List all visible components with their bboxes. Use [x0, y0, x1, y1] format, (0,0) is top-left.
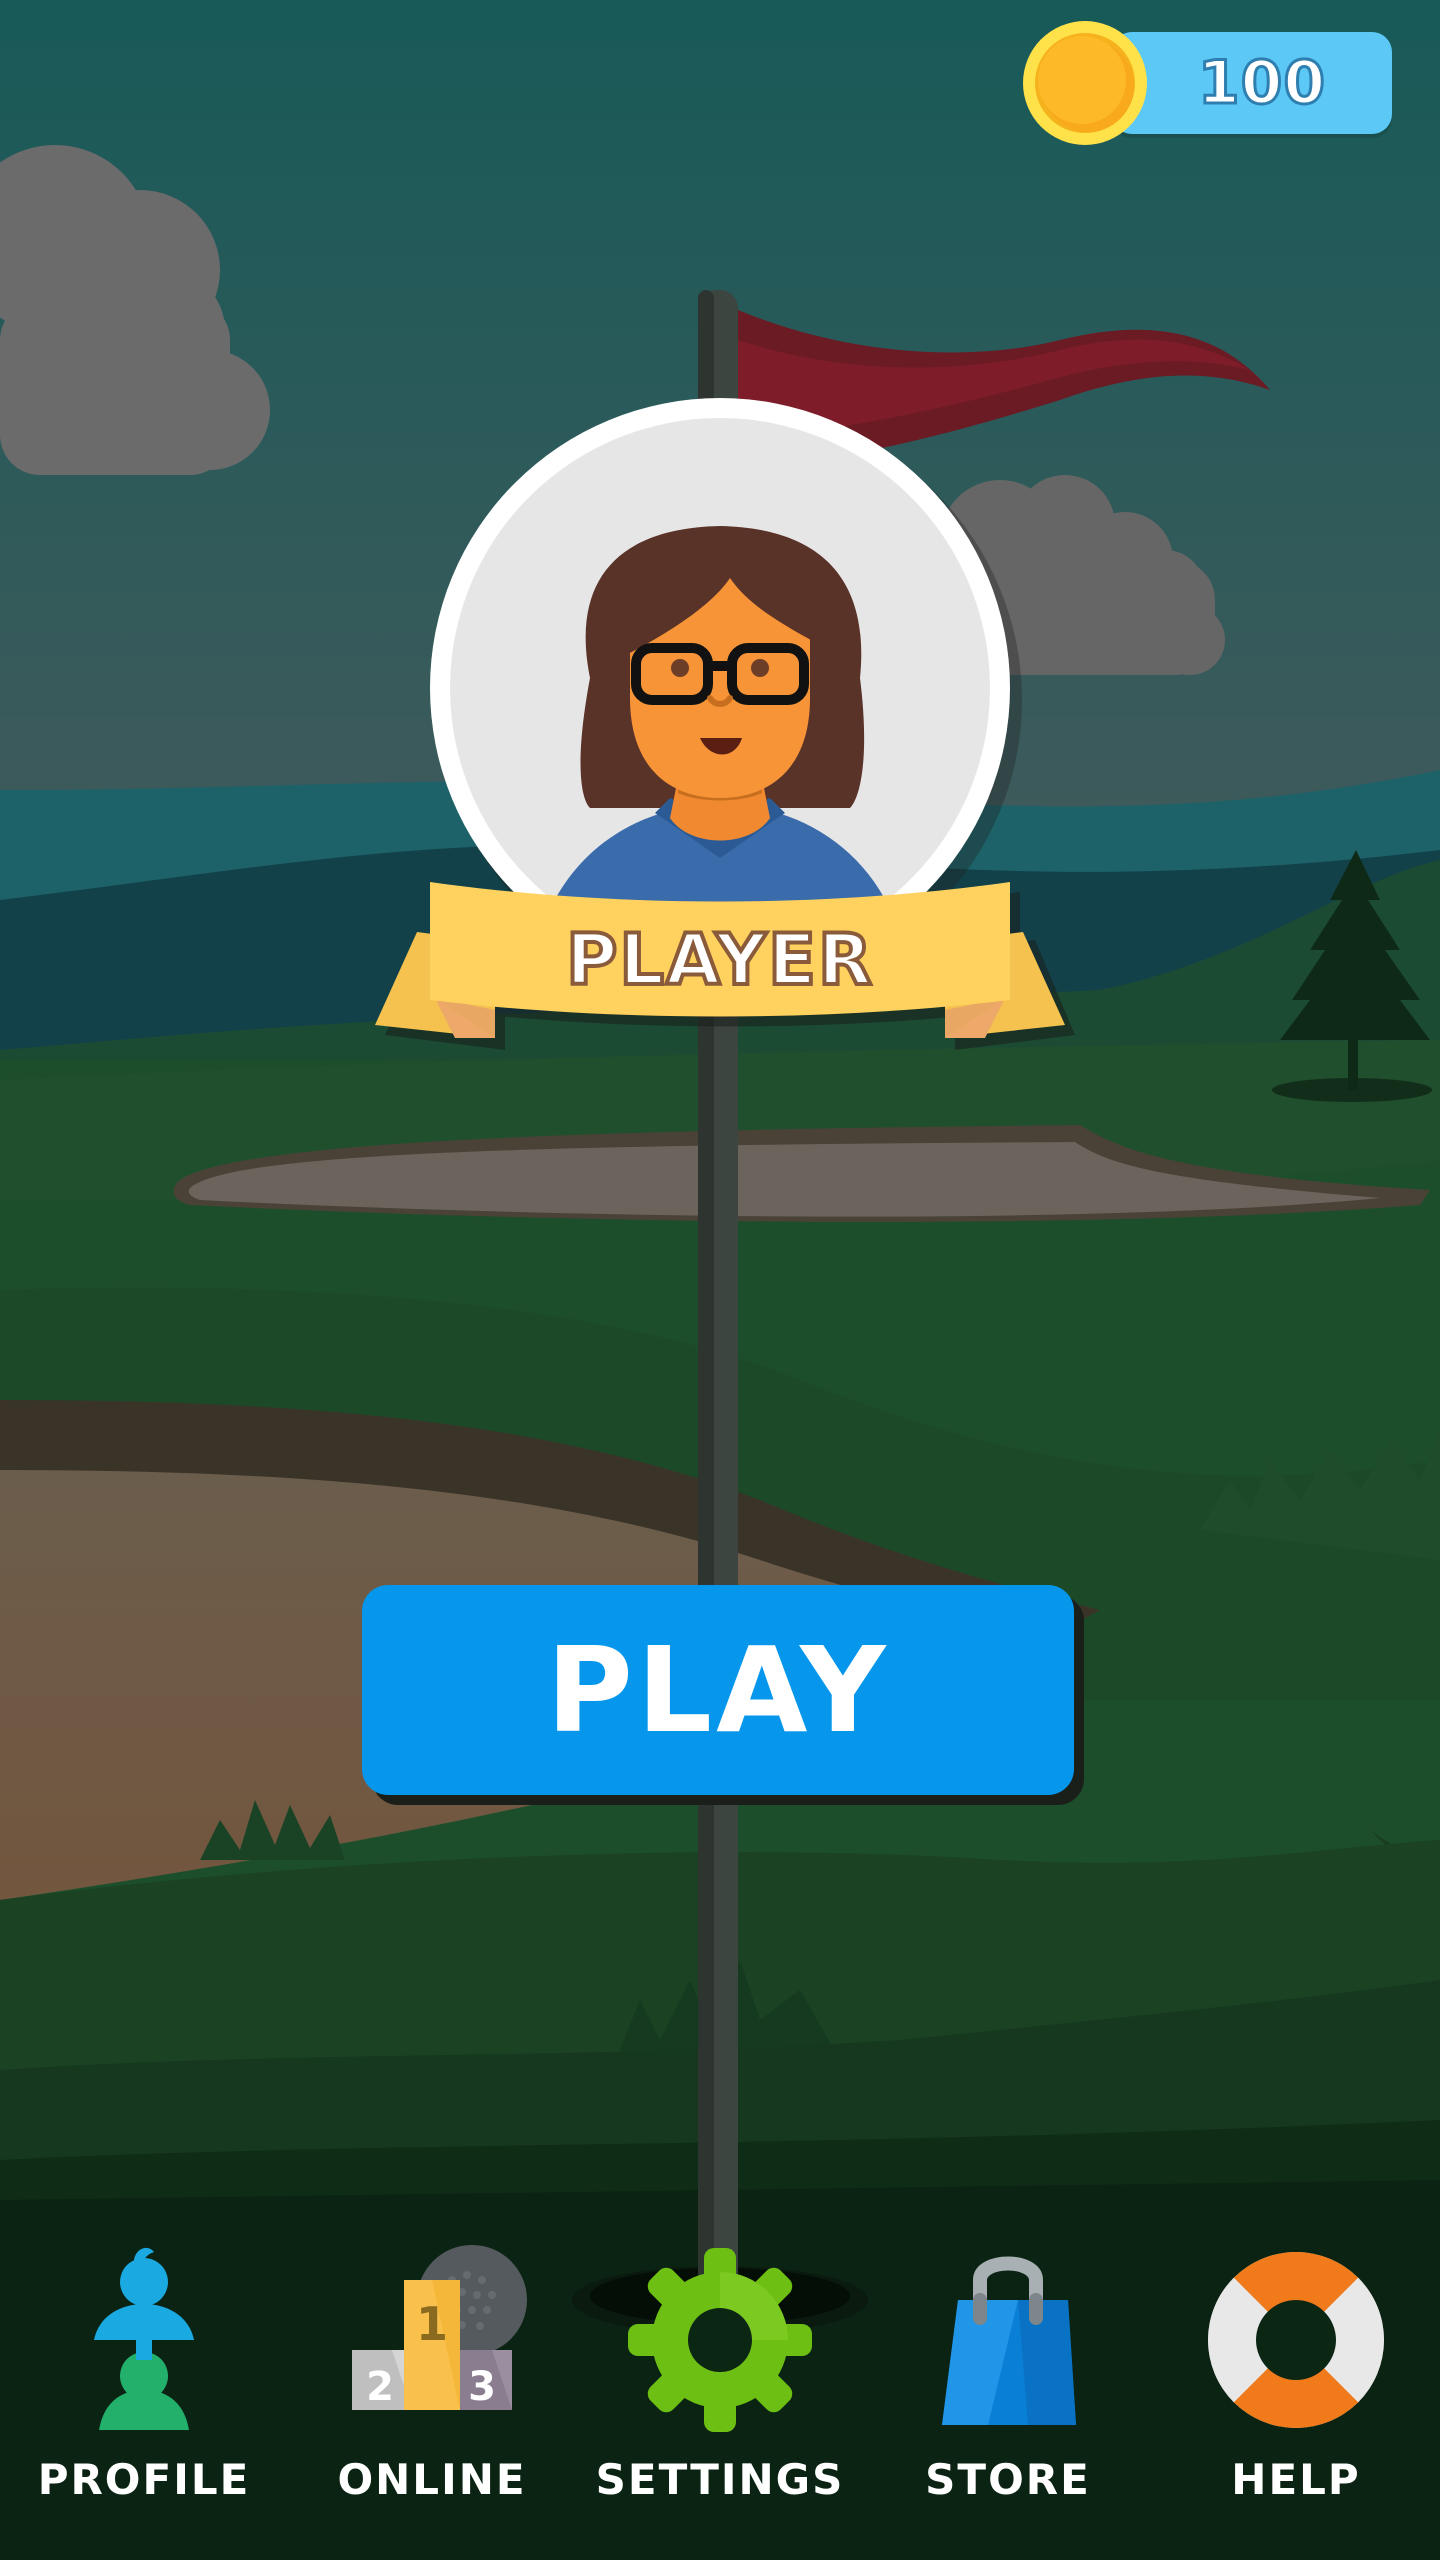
lifebuoy-icon — [1208, 2252, 1384, 2428]
svg-text:3: 3 — [468, 2364, 496, 2410]
coin-count: 100 — [1196, 47, 1327, 120]
nav-help-label: HELP — [1231, 2455, 1361, 2504]
nav-store-button[interactable]: STORE — [864, 2240, 1152, 2540]
gear-icon — [628, 2248, 812, 2432]
svg-text:2: 2 — [366, 2364, 394, 2410]
nav-online-label: ONLINE — [337, 2455, 527, 2504]
svg-text:1: 1 — [416, 2297, 448, 2351]
profile-icon — [94, 2247, 194, 2430]
nav-profile-label: PROFILE — [37, 2455, 251, 2504]
game-menu-screen: PLAYER 100 PLAY PROFILE 1 2 3 ONLINE SET… — [0, 0, 1440, 2560]
play-button-label: PLAY — [546, 1621, 890, 1759]
nav-online-button[interactable]: 1 2 3 ONLINE — [288, 2240, 576, 2540]
golf-course-background — [0, 0, 1440, 2560]
coin-counter[interactable]: 100 — [1022, 20, 1402, 146]
nav-settings-label: SETTINGS — [595, 2455, 845, 2504]
nav-help-button[interactable]: HELP — [1152, 2240, 1440, 2540]
player-name-label: PLAYER — [564, 917, 874, 1003]
nav-profile-button[interactable]: PROFILE — [0, 2240, 288, 2540]
nav-store-label: STORE — [925, 2455, 1091, 2504]
play-button[interactable]: PLAY — [362, 1585, 1074, 1795]
shopping-bag-icon — [942, 2256, 1076, 2425]
podium-icon: 1 2 3 — [352, 2245, 527, 2410]
nav-settings-button[interactable]: SETTINGS — [576, 2240, 864, 2540]
gold-coin-icon — [1023, 21, 1147, 145]
